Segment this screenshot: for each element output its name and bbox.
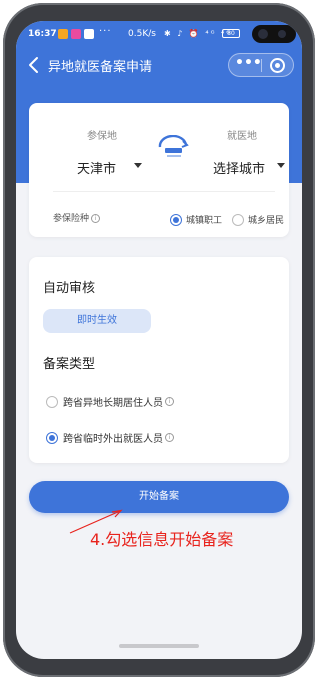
swap-location-icon[interactable] bbox=[157, 135, 189, 161]
notification-icons bbox=[58, 29, 94, 39]
more-icon[interactable]: ••• bbox=[235, 56, 262, 74]
record-option-label: 跨省临时外出就医人员 bbox=[63, 434, 163, 445]
info-icon[interactable]: i bbox=[165, 397, 174, 406]
medical-city-dropdown-icon[interactable] bbox=[277, 163, 285, 168]
medical-place-label: 就医地 bbox=[227, 131, 257, 142]
insured-place-label: 参保地 bbox=[87, 131, 117, 142]
auto-review-title: 自动审核 bbox=[43, 281, 96, 296]
home-indicator bbox=[119, 644, 199, 648]
close-miniprogram-icon[interactable] bbox=[270, 58, 285, 73]
record-type-title: 备案类型 bbox=[43, 357, 96, 372]
radio-urban-employee[interactable]: 城镇职工 bbox=[170, 209, 222, 228]
immediate-effect-chip: 即时生效 bbox=[43, 309, 151, 333]
info-icon[interactable]: i bbox=[91, 214, 101, 223]
location-card: 参保地 就医地 天津市 选择城市 参保险种 i 城镇职工 城乡居民 bbox=[29, 103, 289, 237]
insurance-type-text: 参保险种 bbox=[53, 214, 90, 224]
radio-urban-rural-resident[interactable]: 城乡居民 bbox=[232, 209, 284, 228]
radio-label: 城镇职工 bbox=[186, 216, 223, 226]
back-icon[interactable] bbox=[26, 55, 42, 75]
page-title: 异地就医备案申请 bbox=[48, 60, 153, 75]
status-time: 16:37 bbox=[28, 29, 57, 39]
network-speed: 0.5K/s bbox=[128, 29, 156, 39]
radio-unselected-icon[interactable] bbox=[232, 213, 244, 226]
insured-city-dropdown-icon[interactable] bbox=[134, 163, 142, 168]
insurance-type-label: 参保险种 i bbox=[53, 211, 101, 224]
phone-frame: 16:37 ··· 0.5K/s ✱ ♪ ⏰ ⁴ᴳ ⁴ᴳ 80 异地就医备案申请… bbox=[3, 3, 315, 677]
radio-selected-icon[interactable] bbox=[170, 213, 182, 226]
app-notification-icon bbox=[71, 29, 81, 39]
radio-selected-icon[interactable] bbox=[46, 431, 58, 444]
annotation-text: 4.勾选信息开始备案 bbox=[90, 530, 234, 549]
camera-cutout bbox=[252, 25, 296, 43]
medical-city-select[interactable]: 选择城市 bbox=[213, 158, 265, 177]
radio-label: 城乡居民 bbox=[248, 216, 285, 226]
phone-screen: 16:37 ··· 0.5K/s ✱ ♪ ⏰ ⁴ᴳ ⁴ᴳ 80 异地就医备案申请… bbox=[16, 21, 302, 659]
app-notification-icon bbox=[58, 29, 68, 39]
app-notification-icon bbox=[84, 29, 94, 39]
record-option-long-term[interactable]: 跨省异地长期居住人员 i bbox=[46, 391, 174, 410]
divider bbox=[53, 191, 275, 192]
review-card: 自动审核 即时生效 备案类型 跨省异地长期居住人员 i 跨省临时外出就医人员 i bbox=[29, 257, 289, 463]
insured-city-select[interactable]: 天津市 bbox=[77, 158, 116, 177]
navbar: 异地就医备案申请 ••• bbox=[16, 51, 302, 81]
info-icon[interactable]: i bbox=[165, 433, 174, 442]
record-option-label: 跨省异地长期居住人员 bbox=[63, 398, 163, 409]
radio-unselected-icon[interactable] bbox=[46, 395, 58, 408]
capsule-divider bbox=[261, 59, 262, 72]
more-notifications-icon: ··· bbox=[99, 26, 112, 37]
record-option-temporary[interactable]: 跨省临时外出就医人员 i bbox=[46, 427, 174, 446]
battery-icon: 80 bbox=[222, 29, 240, 38]
miniprogram-capsule: ••• bbox=[228, 53, 294, 77]
